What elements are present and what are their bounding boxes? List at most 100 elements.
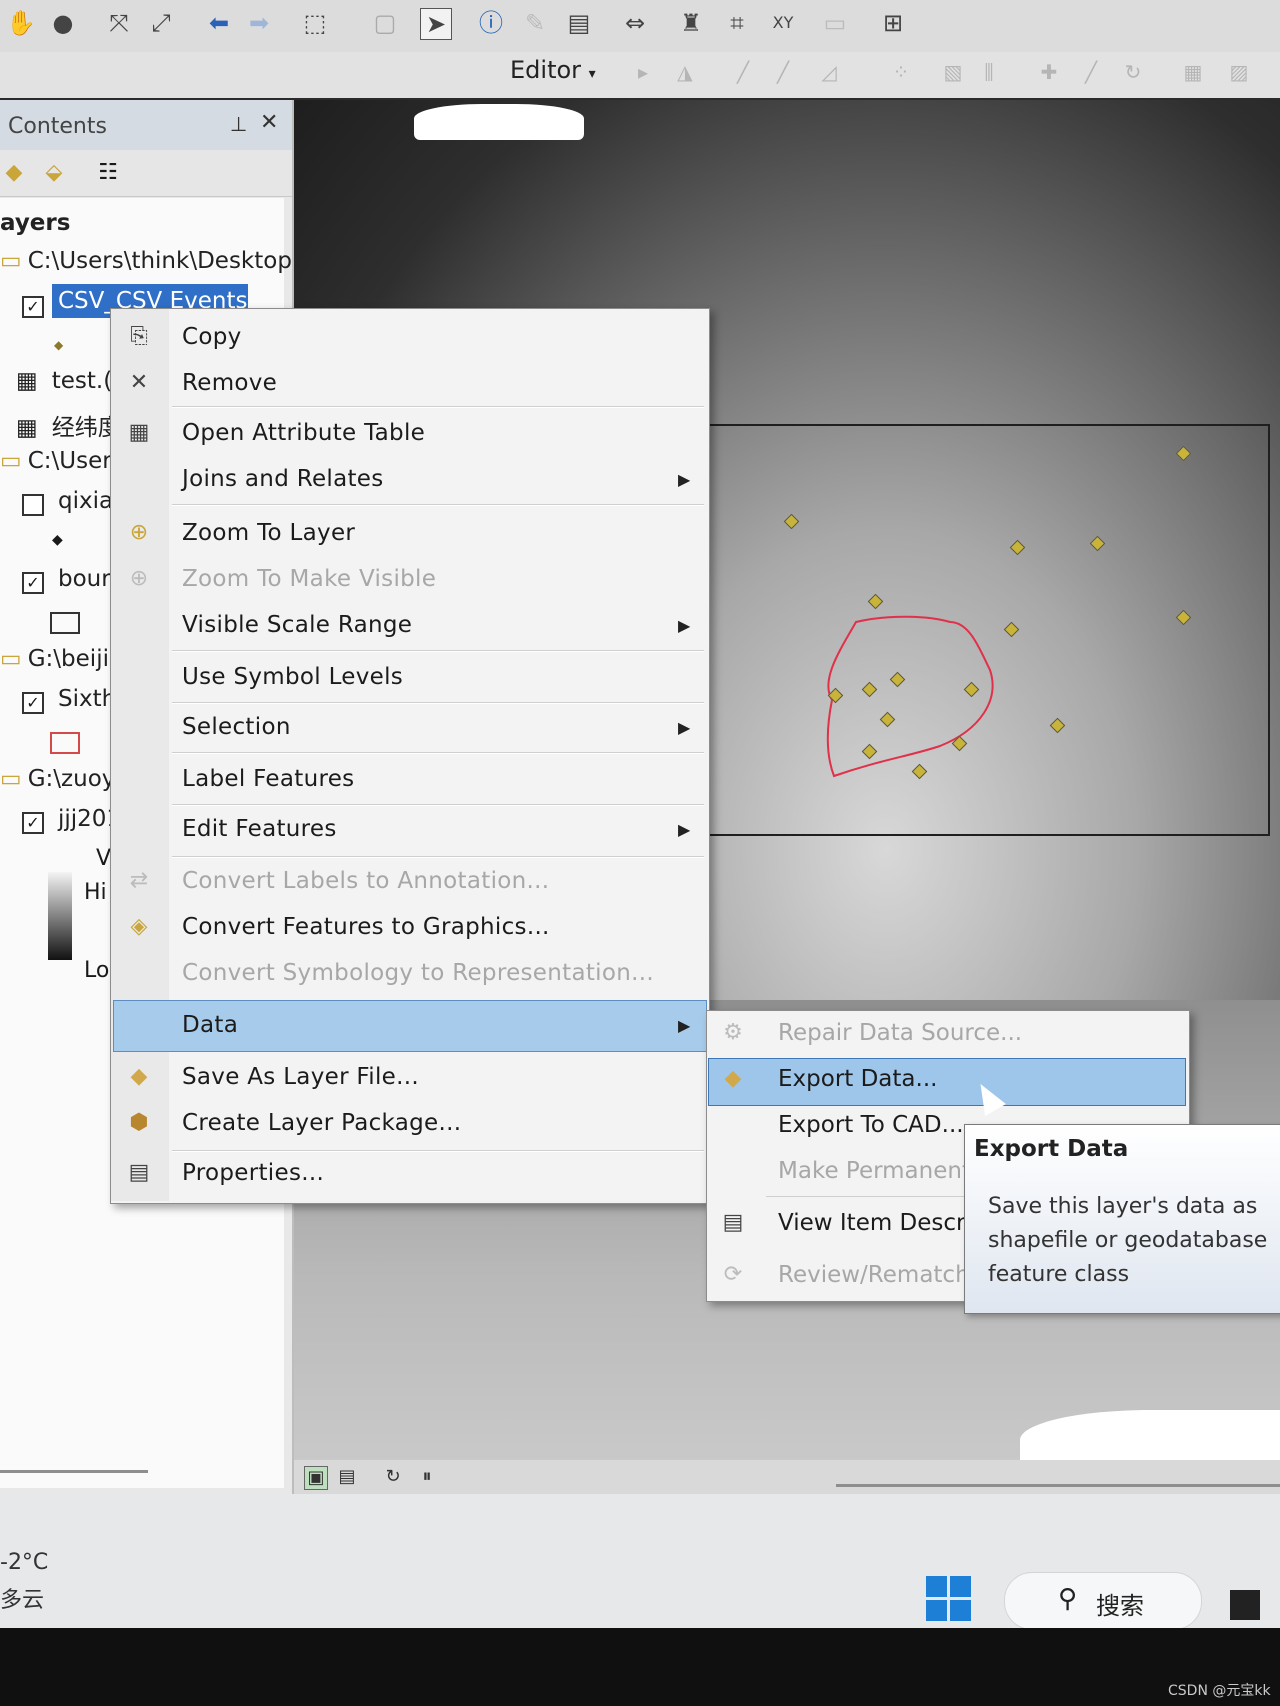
menu-item-edit-features[interactable]: Edit Features (182, 816, 337, 842)
point-symbol-icon: ◆ (54, 338, 64, 352)
pan-icon[interactable]: ✋ (6, 8, 36, 38)
menu-item-open-attribute-table[interactable]: Open Attribute Table (182, 420, 425, 446)
tooltip-line: Save this layer's data as (988, 1194, 1258, 1219)
sketch-properties-icon[interactable]: ▨ (1226, 60, 1252, 86)
back-icon[interactable]: ⬅ (204, 8, 234, 38)
menu-item-data[interactable]: Data (182, 1012, 238, 1038)
menu-item-zoom-make-visible[interactable]: Zoom To Make Visible (182, 566, 436, 592)
endpoint-arc-icon[interactable]: ╱ (770, 60, 796, 86)
menu-item-copy[interactable]: Copy (182, 324, 242, 350)
vertex-icon[interactable]: ⁘ (888, 60, 914, 86)
toc-folder-row[interactable]: ▭ G:\beijin (0, 646, 124, 682)
refresh-icon[interactable]: ↻ (382, 1466, 404, 1488)
attributes-icon[interactable]: ▦ (1180, 60, 1206, 86)
layers-heading[interactable]: ayers (0, 210, 70, 246)
speech-icon[interactable]: ▤ (564, 8, 594, 38)
layer-visibility-checkbox[interactable]: ✓ (22, 296, 44, 318)
toc-folder-row[interactable]: ▭ G:\zuoy (0, 766, 115, 802)
toc-table-row[interactable]: ▦ 经纬度 (16, 408, 121, 444)
start-button[interactable] (926, 1576, 972, 1622)
menu-item-selection[interactable]: Selection (182, 714, 291, 740)
menu-item-visible-scale-range[interactable]: Visible Scale Range (182, 612, 412, 638)
layer-visibility-checkbox[interactable]: ✓ (22, 692, 44, 714)
toc-title: Contents (8, 114, 107, 139)
straight-segment-icon[interactable]: ╱ (730, 60, 756, 86)
horizontal-scrollbar[interactable] (836, 1484, 1280, 1487)
cut-polygon-icon[interactable]: ✚ (1036, 60, 1062, 86)
layer-name[interactable]: qixia (58, 488, 113, 524)
edit-annotation-icon[interactable]: ◮ (672, 60, 698, 86)
pin-icon[interactable]: ⊥ (230, 112, 247, 136)
data-view-icon[interactable]: ▣ (304, 1466, 328, 1490)
layer-visibility-checkbox[interactable]: ✓ (22, 812, 44, 834)
menu-item-convert-features-graphics[interactable]: Convert Features to Graphics... (182, 914, 550, 940)
layout-view-icon[interactable]: ▤ (336, 1466, 358, 1488)
menu-item-use-symbol-levels[interactable]: Use Symbol Levels (182, 664, 403, 690)
measure-icon[interactable]: ⇔ (620, 8, 650, 38)
menu-item-convert-labels[interactable]: Convert Labels to Annotation... (182, 868, 549, 894)
html-popup-icon[interactable]: ✎ (520, 8, 550, 38)
menu-item-label-features[interactable]: Label Features (182, 766, 354, 792)
find-icon[interactable]: ♜ (676, 8, 706, 38)
editor-menu[interactable]: Editor ▾ (510, 56, 596, 84)
fixed-zoom-icon[interactable]: ⤢ (146, 8, 176, 38)
layer-name[interactable]: bour (58, 566, 111, 602)
toc-folder-row[interactable]: ▭ C:\Users\think\Desktop (0, 248, 292, 284)
taskbar-app-icon[interactable] (1230, 1590, 1260, 1620)
map-status-bar (294, 1460, 1280, 1494)
list-by-source-icon[interactable]: ⬙ (40, 160, 68, 188)
menu-item-properties[interactable]: Properties... (182, 1160, 324, 1186)
submenu-item-make-permanent[interactable]: Make Permanent (778, 1158, 971, 1184)
globe-icon[interactable]: ● (48, 8, 78, 38)
time-slider-icon[interactable]: ▭ (820, 8, 850, 38)
menu-item-zoom-to-layer[interactable]: Zoom To Layer (182, 520, 355, 546)
tooltip-title: Export Data (974, 1136, 1129, 1162)
table-icon: ▦ (128, 420, 150, 445)
menu-item-create-layer-package[interactable]: Create Layer Package... (182, 1110, 461, 1136)
weather-temperature[interactable]: -2°C (0, 1550, 48, 1575)
rotate-icon[interactable]: ↻ (1120, 60, 1146, 86)
toc-table-row[interactable]: ▦ test.( (16, 368, 112, 404)
zoom-visible-icon: ⊕ (129, 566, 149, 591)
point-symbol-icon: ◆ (52, 532, 63, 548)
select-elements-icon[interactable]: ➤ (420, 8, 452, 40)
close-icon[interactable]: ✕ (260, 110, 278, 135)
boundary-polygon[interactable] (820, 610, 1050, 790)
reshape-icon[interactable]: ⫼ (976, 60, 1002, 86)
folder-path: C:\Users\think\Desktop (27, 248, 292, 274)
menu-item-save-layer-file[interactable]: Save As Layer File... (182, 1064, 419, 1090)
toc-scrollbar[interactable] (0, 1470, 148, 1473)
layer-visibility-checkbox[interactable]: ✓ (22, 494, 44, 516)
full-extent-icon[interactable]: ⤧ (104, 8, 134, 38)
forward-icon[interactable]: ➡ (244, 8, 274, 38)
options-icon[interactable]: ☷ (94, 160, 122, 188)
submenu-item-export-to-cad[interactable]: Export To CAD... (778, 1112, 964, 1138)
toc-folder-row[interactable]: ▭ C:\Users (0, 448, 124, 484)
item-description-icon: ▤ (722, 1210, 744, 1235)
menu-item-joins-relates[interactable]: Joins and Relates (182, 466, 384, 492)
create-viewer-icon[interactable]: ⊞ (878, 8, 908, 38)
trace-icon[interactable]: ◿ (816, 60, 842, 86)
submenu-item-repair-data-source[interactable]: Repair Data Source... (778, 1020, 1022, 1046)
windows-logo-icon (926, 1600, 947, 1621)
pause-drawing-icon[interactable]: ⏸ (416, 1466, 438, 1488)
submenu-item-export-data[interactable]: Export Data... (778, 1066, 937, 1092)
split-icon[interactable]: ╱ (1078, 60, 1104, 86)
edit-tool-icon[interactable]: ▸ (630, 60, 656, 86)
go-to-xy-icon[interactable]: XY (768, 8, 798, 38)
submenu-arrow-icon: ▶ (678, 718, 691, 737)
menu-separator (172, 406, 704, 408)
menu-item-remove[interactable]: Remove (182, 370, 277, 396)
weather-description[interactable]: 多云 (0, 1582, 44, 1614)
layer-name[interactable]: Sixth (58, 686, 116, 722)
clear-selection-icon[interactable]: ▢ (370, 8, 400, 38)
folder-icon: ▭ (0, 766, 22, 792)
edit-vertices-icon[interactable]: ▧ (940, 60, 966, 86)
select-features-icon[interactable]: ⬚ (300, 8, 330, 38)
search-label: 搜索 (1096, 1592, 1144, 1620)
route-icon[interactable]: ⌗ (722, 8, 752, 38)
list-by-drawing-order-icon[interactable]: ◆ (0, 160, 28, 188)
layer-visibility-checkbox[interactable]: ✓ (22, 572, 44, 594)
identify-icon[interactable]: ⓘ (476, 8, 506, 38)
menu-item-convert-symbology[interactable]: Convert Symbology to Representation... (182, 960, 654, 986)
